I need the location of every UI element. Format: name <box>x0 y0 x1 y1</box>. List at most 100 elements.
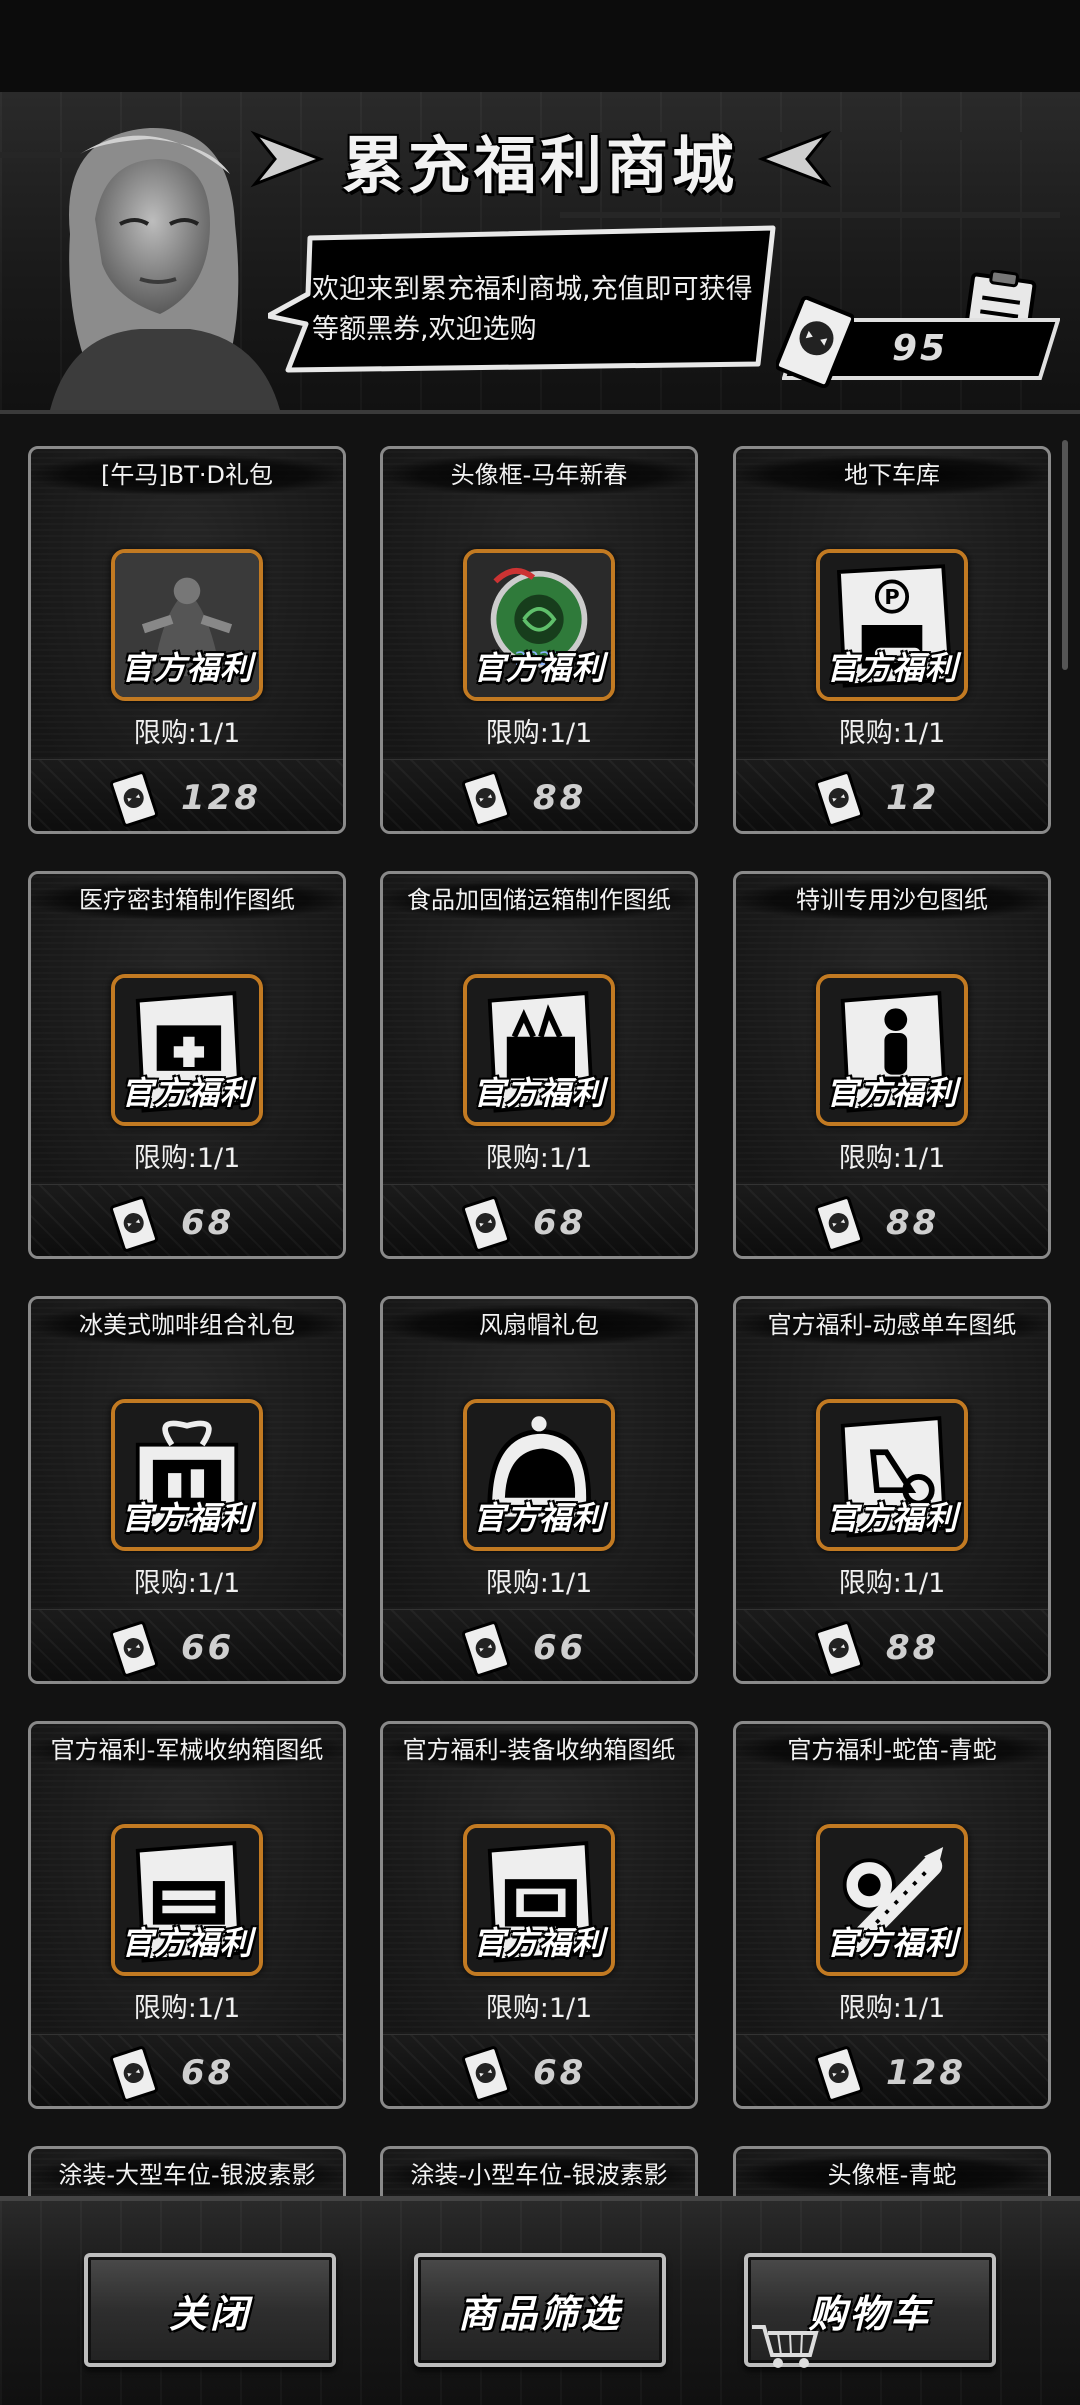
product-card[interactable]: 官方福利-动感单车图纸 官方福利限购:1/1 88 <box>733 1296 1051 1684</box>
black-voucher-icon <box>462 2046 510 2102</box>
official-benefit-badge: 官方福利 <box>120 1499 253 1537</box>
filter-button[interactable]: 商品筛选 <box>414 2253 666 2367</box>
cart-button[interactable]: 购物车 <box>744 2253 996 2368</box>
close-button[interactable]: 关闭 <box>84 2253 336 2367</box>
price-bar: 68 <box>383 1184 695 1256</box>
black-voucher-icon <box>815 2046 863 2102</box>
black-voucher-icon <box>815 1621 863 1677</box>
product-price: 128 <box>181 778 261 818</box>
product-card[interactable]: 风扇帽礼包官方福利限购:1/1 66 <box>380 1296 698 1684</box>
product-price: 66 <box>533 1628 587 1668</box>
product-card[interactable]: 特训专用沙包图纸 官方福利限购:1/1 88 <box>733 871 1051 1259</box>
product-price: 68 <box>533 2053 587 2093</box>
product-title: 风扇帽礼包 <box>383 1305 695 1345</box>
page-title: 累充福利商城 <box>341 129 738 202</box>
product-card[interactable]: 涂装-大型车位-银波素影 <box>28 2146 346 2196</box>
price-bar: 68 <box>31 1184 343 1256</box>
black-voucher-icon <box>462 771 510 827</box>
product-title: 涂装-大型车位-银波素影 <box>31 2155 343 2195</box>
product-card[interactable]: 头像框-青蛇 <box>733 2146 1051 2196</box>
background-shelf <box>560 212 1060 218</box>
product-title: 医疗密封箱制作图纸 <box>31 880 343 920</box>
product-image-frame: 官方福利 <box>463 974 615 1126</box>
price-bar: 66 <box>383 1609 695 1681</box>
price-bar: 12 <box>736 759 1048 831</box>
product-image-frame: 官方福利 <box>463 1824 615 1976</box>
product-price: 12 <box>886 778 940 818</box>
black-voucher-icon <box>462 1621 510 1677</box>
product-title: 头像框-青蛇 <box>736 2155 1048 2195</box>
purchase-limit: 限购:1/1 <box>133 1568 241 1599</box>
product-title: 官方福利-装备收纳箱图纸 <box>383 1730 695 1770</box>
official-benefit-badge: 官方福利 <box>472 1074 605 1112</box>
title-container: 累充福利商城 <box>245 120 835 202</box>
product-image-frame: 官方福利 <box>111 1399 263 1551</box>
product-image-frame: 官方福利 <box>111 974 263 1126</box>
product-price: 66 <box>181 1628 235 1668</box>
official-benefit-badge: 官方福利 <box>472 1499 605 1537</box>
black-voucher-icon <box>815 1196 863 1252</box>
official-benefit-badge: 官方福利 <box>120 1074 253 1112</box>
product-price: 128 <box>886 2053 966 2093</box>
bottom-action-bar: 关闭 商品筛选 购物车 <box>0 2196 1080 2405</box>
purchase-limit: 限购:1/1 <box>485 1993 593 2024</box>
product-card[interactable]: 医疗密封箱制作图纸 官方福利限购:1/1 68 <box>28 871 346 1259</box>
product-card[interactable]: [午马]BT·D礼包 官方福利 限购:1/1 128 <box>28 446 346 834</box>
product-card[interactable]: 涂装-小型车位-银波素影 <box>380 2146 698 2196</box>
product-image-frame: 官方福利 <box>111 1824 263 1976</box>
price-bar: 66 <box>31 1609 343 1681</box>
product-image-frame: P 官方福利 <box>816 549 968 701</box>
product-card[interactable]: 食品加固储运箱制作图纸 官方福利限购:1/1 68 <box>380 871 698 1259</box>
product-title: 特训专用沙包图纸 <box>736 880 1048 920</box>
purchase-limit: 限购:1/1 <box>485 718 593 749</box>
official-benefit-badge: 官方福利 <box>825 649 958 687</box>
official-benefit-badge: 官方福利 <box>472 1924 605 1962</box>
purchase-limit: 限购:1/1 <box>838 1143 946 1174</box>
close-button-label: 关闭 <box>168 2291 251 2336</box>
price-bar: 128 <box>31 759 343 831</box>
purchase-limit: 限购:1/1 <box>133 718 241 749</box>
product-title: 官方福利-军械收纳箱图纸 <box>31 1730 343 1770</box>
shopping-cart-icon <box>752 2325 819 2368</box>
purchase-limit: 限购:1/1 <box>133 1143 241 1174</box>
black-voucher-icon <box>815 771 863 827</box>
price-bar: 88 <box>736 1184 1048 1256</box>
price-bar: 88 <box>736 1609 1048 1681</box>
purchase-limit: 限购:1/1 <box>838 1568 946 1599</box>
product-title: 冰美式咖啡组合礼包 <box>31 1305 343 1345</box>
product-title: 食品加固储运箱制作图纸 <box>383 880 695 920</box>
product-card[interactable]: 官方福利-蛇笛-青蛇 官方福利 限购:1/1 128 <box>733 1721 1051 2109</box>
official-benefit-badge: 官方福利 <box>120 1924 253 1962</box>
product-price: 88 <box>886 1203 940 1243</box>
purchase-limit: 限购:1/1 <box>838 718 946 749</box>
product-card[interactable]: 冰美式咖啡组合礼包 官方福利限购:1/1 66 <box>28 1296 346 1684</box>
price-bar: 128 <box>736 2034 1048 2106</box>
product-image-frame: 官方福利 <box>111 549 263 701</box>
purchase-limit: 限购:1/1 <box>485 1143 593 1174</box>
product-title: 官方福利-动感单车图纸 <box>736 1305 1048 1345</box>
product-price: 68 <box>181 2053 235 2093</box>
official-benefit-badge: 官方福利 <box>825 1074 958 1112</box>
product-image-frame: 2026 官方福利 <box>463 549 615 701</box>
price-bar: 68 <box>383 2034 695 2106</box>
black-voucher-icon <box>110 1196 158 1252</box>
product-card[interactable]: 官方福利-军械收纳箱图纸 官方福利限购:1/1 68 <box>28 1721 346 2109</box>
official-benefit-badge: 官方福利 <box>825 1499 958 1537</box>
product-card[interactable]: 头像框-马年新春 2026 官方福利限购:1/1 88 <box>380 446 698 834</box>
product-price: 88 <box>886 1628 940 1668</box>
product-price: 68 <box>533 1203 587 1243</box>
black-voucher-icon <box>110 771 158 827</box>
product-price: 88 <box>533 778 587 818</box>
product-card[interactable]: 官方福利-装备收纳箱图纸 官方福利限购:1/1 68 <box>380 1721 698 2109</box>
scrollbar[interactable] <box>1062 440 1068 670</box>
filter-button-label: 商品筛选 <box>457 2291 622 2336</box>
product-price: 68 <box>181 1203 235 1243</box>
product-title: 涂装-小型车位-银波素影 <box>383 2155 695 2195</box>
product-title: 头像框-马年新春 <box>383 455 695 495</box>
purchase-limit: 限购:1/1 <box>133 1993 241 2024</box>
purchase-limit: 限购:1/1 <box>485 1568 593 1599</box>
price-bar: 88 <box>383 759 695 831</box>
product-card[interactable]: 地下车库 P 官方福利 限购:1/1 12 <box>733 446 1051 834</box>
product-image-frame: 官方福利 <box>463 1399 615 1551</box>
official-benefit-badge: 官方福利 <box>120 649 253 687</box>
